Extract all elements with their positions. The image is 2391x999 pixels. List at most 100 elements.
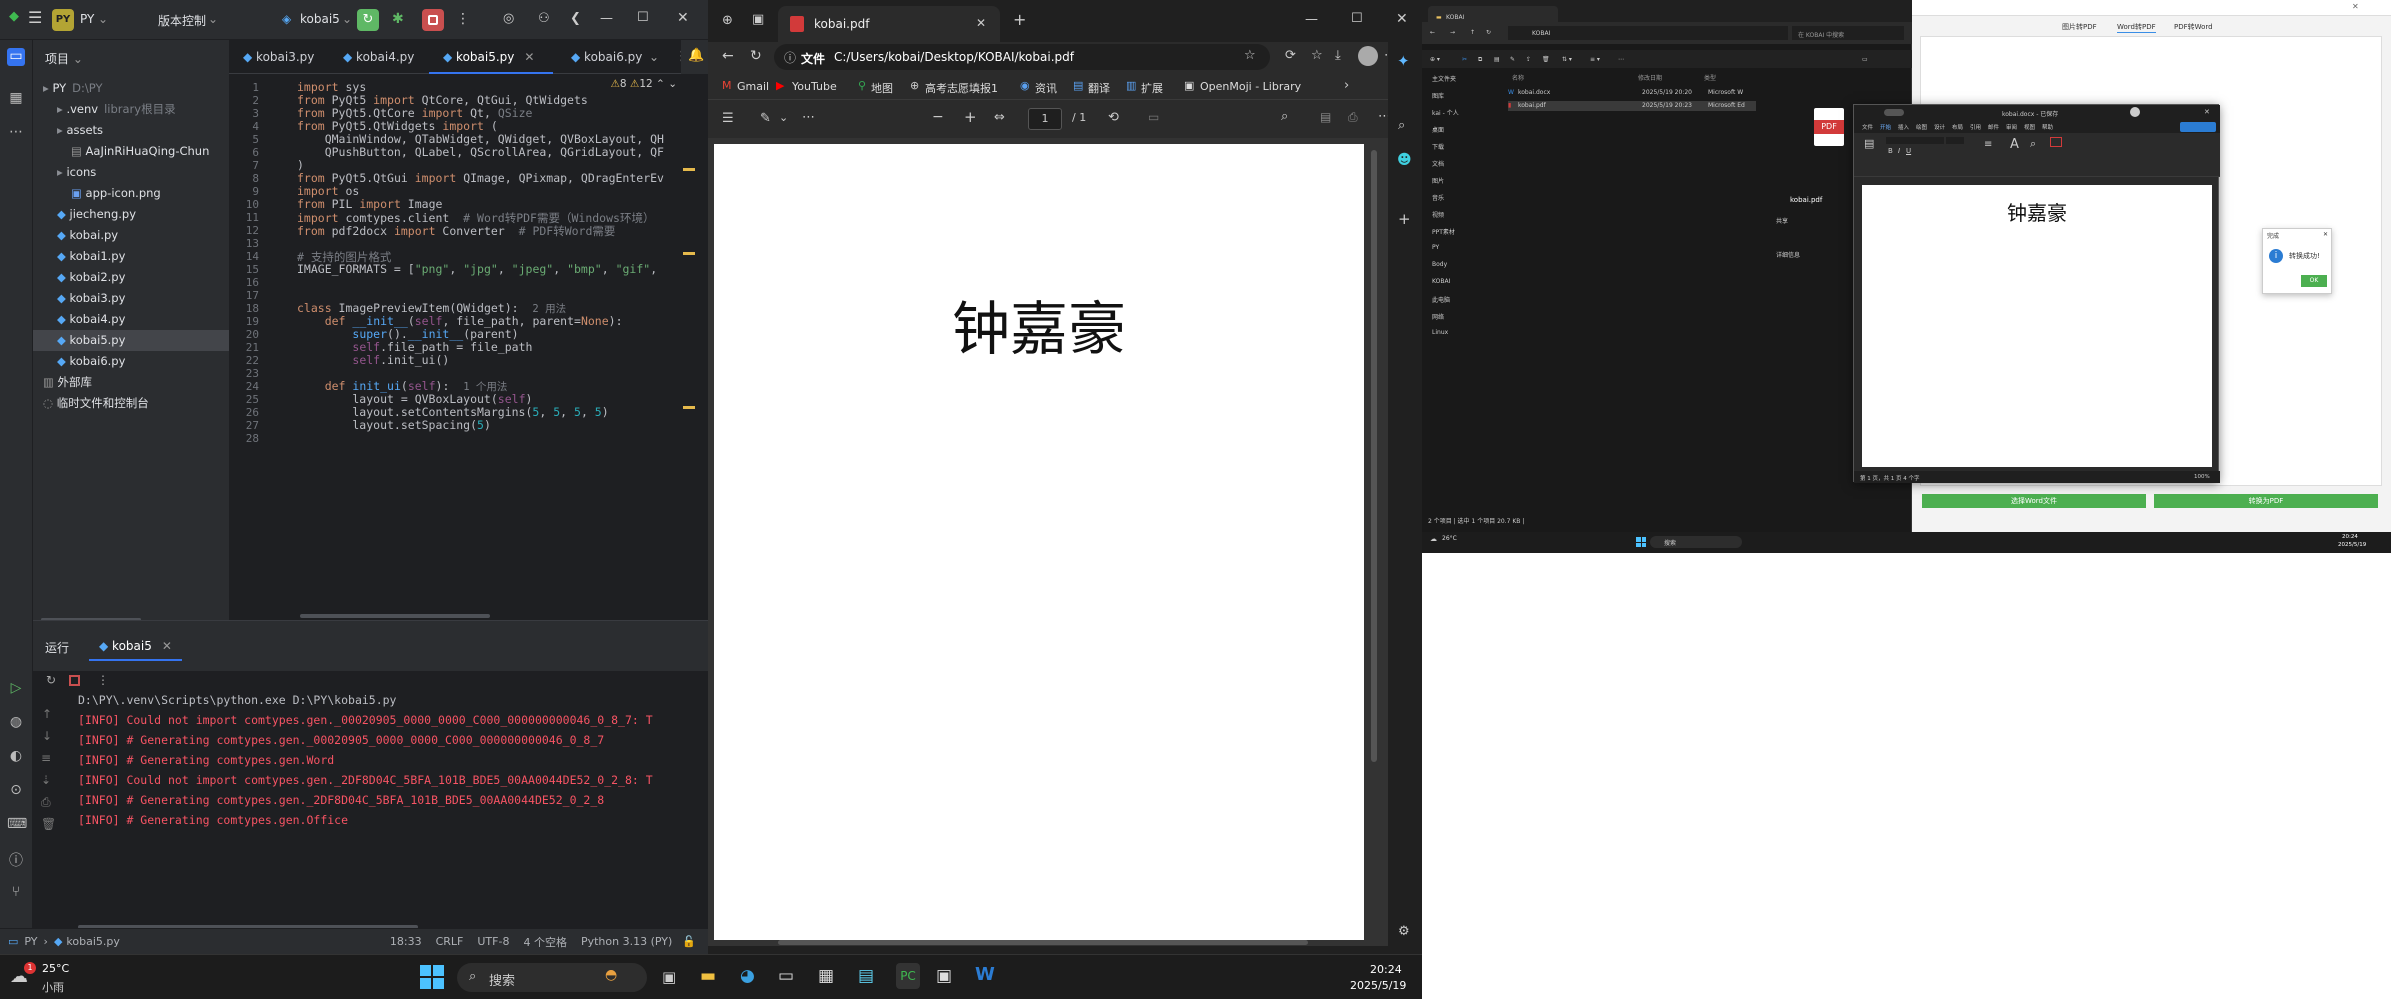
fit-page-icon[interactable]: ⇔ (994, 110, 1005, 125)
git-icon[interactable]: ⑂ (7, 884, 25, 902)
task-view-icon[interactable]: ▣ (662, 968, 676, 986)
terminal-taskbar-icon[interactable]: ▭ (778, 966, 794, 986)
explorer-nav-item[interactable]: kai - 个人 (1432, 108, 1459, 117)
tree-item[interactable]: ▥ 外部库 (33, 372, 229, 393)
tree-item[interactable]: ▤ AaJinRiHuaQing-Chun (33, 141, 229, 162)
word-ribbon-tab[interactable]: 开始 (1880, 123, 1891, 131)
word-ribbon-tab[interactable]: 布局 (1952, 123, 1963, 131)
pycharm-taskbar-icon[interactable]: PC (896, 963, 920, 989)
page-view-icon[interactable]: ▭ (1148, 110, 1159, 124)
code-line[interactable]: layout.setSpacing(5) (297, 418, 491, 432)
more-tabs-icon[interactable]: ⌄ (649, 50, 659, 64)
run-tab-close-icon[interactable]: ✕ (162, 639, 172, 653)
word-ribbon-tab[interactable]: 审阅 (2006, 123, 2017, 131)
notepad-taskbar-icon[interactable]: ▤ (858, 966, 874, 986)
pdf-search-icon[interactable]: ⌕ (1281, 109, 1288, 124)
warning-marker[interactable] (683, 252, 695, 255)
more-actions-icon[interactable]: ⋮ (456, 12, 470, 26)
explorer-nav-item[interactable]: Linux (1432, 329, 1448, 336)
delete-icon[interactable]: 🗑 (1542, 56, 1550, 63)
explorer-nav-item[interactable]: 下载 (1432, 142, 1444, 151)
code-line[interactable]: IMAGE_FORMATS = ["png", "jpg", "jpeg", "… (297, 262, 657, 276)
scroll-end-icon[interactable]: ⇣ (41, 773, 51, 787)
rotate-icon[interactable]: ⟲ (1108, 110, 1119, 125)
project-chevron-icon[interactable]: ⌄ (98, 12, 108, 26)
code-line[interactable]: from PyQt5.QtCore import Qt, QSize (297, 106, 532, 120)
explorer-nav-item[interactable]: 视频 (1432, 210, 1444, 219)
browser-tab-active[interactable]: kobai.pdf ✕ (778, 6, 1000, 42)
word-ribbon-tab[interactable]: 帮助 (2042, 123, 2053, 131)
word-zoom[interactable]: 100% (2194, 474, 2210, 480)
tree-item[interactable]: ▣ app-icon.png (33, 183, 229, 204)
clock-time[interactable]: 20:24 (1370, 963, 1402, 976)
reload-icon[interactable]: ↻ (750, 48, 762, 64)
explorer-nav-item[interactable]: PY (1432, 244, 1439, 251)
code-line[interactable]: self.init_ui() (297, 353, 449, 367)
tree-item[interactable]: ▸ icons (33, 162, 229, 183)
file-row[interactable]: W kobai.docx 2025/5/19 20:20 Microsoft W (1508, 88, 1756, 98)
draw-chevron-icon[interactable]: ⌄ (779, 111, 788, 124)
tree-item[interactable]: ◆ kobai1.py (33, 246, 229, 267)
tree-item[interactable]: ▸ PY D:\PY (33, 78, 229, 99)
bookmark-news[interactable]: 资讯 (1035, 80, 1057, 96)
new-item-icon[interactable]: ⊕ ▾ (1430, 56, 1440, 63)
word-ribbon-tab[interactable]: 绘图 (1916, 123, 1927, 131)
word-document-page[interactable]: 钟嘉豪 (1862, 185, 2212, 467)
back-icon[interactable]: ← (722, 48, 734, 64)
close-icon[interactable]: ✕ (677, 11, 689, 25)
code-line[interactable]: from pdf2docx import Converter # PDF转Wor… (297, 223, 615, 239)
explorer-nav-item[interactable]: 文档 (1432, 159, 1444, 168)
project-badge[interactable]: PY (52, 9, 74, 31)
explorer-refresh-icon[interactable]: ↻ (1486, 29, 1491, 36)
explorer-nav-item[interactable]: 桌面 (1432, 125, 1444, 134)
tree-item[interactable]: ◆ kobai2.py (33, 267, 229, 288)
run-tab[interactable]: ◆ kobai5 ✕ (89, 631, 182, 661)
word-share-button[interactable] (2180, 122, 2216, 132)
bold-icon[interactable]: B (1888, 147, 1893, 155)
sidebar-settings-icon[interactable]: ⚙ (1398, 924, 1410, 939)
autosave-toggle[interactable] (1884, 109, 1904, 116)
browser-maximize-icon[interactable]: ☐ (1351, 11, 1363, 26)
python-console-icon[interactable]: ◐ (7, 748, 25, 766)
terminal-icon[interactable]: ⌨ (7, 816, 27, 834)
bookmark-extensions[interactable]: 扩展 (1141, 80, 1163, 96)
converter-close-icon[interactable]: ✕ (2352, 2, 2359, 11)
info-icon[interactable]: ⓘ (784, 49, 796, 66)
tab-close-icon[interactable]: ✕ (524, 50, 534, 64)
bookmark-openmoji[interactable]: OpenMoji - Library (1200, 80, 1301, 93)
copy-icon[interactable]: ⧉ (1478, 56, 1482, 64)
code-line[interactable]: import sys (297, 80, 366, 94)
tree-item[interactable]: ◆ kobai.py (33, 225, 229, 246)
project-name[interactable]: PY (80, 12, 94, 26)
notifications-bell-icon[interactable]: 🔔 (688, 48, 704, 63)
warning-marker[interactable] (683, 406, 695, 409)
structure-tool-icon[interactable]: ▦ (7, 90, 25, 108)
code-line[interactable]: layout = QVBoxLayout(self) (297, 392, 532, 406)
code-line[interactable]: self.file_path = file_path (297, 340, 532, 354)
bookmarks-overflow-icon[interactable]: › (1344, 78, 1349, 93)
sidebar-add-icon[interactable]: + (1398, 210, 1411, 228)
col-name[interactable]: 名称 (1512, 73, 1524, 82)
vcs-chevron-icon[interactable]: ⌄ (208, 12, 218, 26)
tab-actions-icon[interactable]: ▣ (752, 12, 764, 27)
bookmark-gmail[interactable]: Gmail (737, 80, 769, 93)
cut-icon[interactable]: ✂ (1462, 56, 1467, 63)
soft-wrap-icon[interactable]: ≡ (41, 751, 51, 765)
explorer-nav-item[interactable]: 主文件夹 (1432, 74, 1456, 83)
draw-icon[interactable]: ✎ (760, 111, 771, 126)
detail-share[interactable]: 共享 (1776, 216, 1788, 225)
tree-item[interactable]: ◆ kobai3.py (33, 288, 229, 309)
inspection-chevron-up-icon[interactable]: ⌃ (656, 78, 665, 90)
crumb-project[interactable]: PY (24, 935, 37, 948)
run-output[interactable]: D:\PY\.venv\Scripts\python.exe D:\PY\kob… (78, 693, 708, 933)
converter-tab-image[interactable]: 图片转PDF (2062, 22, 2097, 32)
explorer-search-box[interactable]: 在 KOBAI 中搜索 (1792, 26, 1904, 40)
code-line[interactable]: from PyQt5.QtGui import QImage, QPixmap,… (297, 171, 664, 185)
rerun-small-icon[interactable]: ↻ (46, 673, 56, 687)
bookmark-translate[interactable]: 翻译 (1088, 80, 1110, 96)
bookmark-gaokao[interactable]: 高考志愿填报1 (925, 80, 998, 96)
explorer-up-icon[interactable]: ↑ (1470, 29, 1475, 36)
favorites-icon[interactable]: ☆ (1311, 48, 1323, 63)
code-line[interactable]: from PyQt5.QtWidgets import ( (297, 119, 498, 133)
underline-icon[interactable]: U (1906, 147, 1911, 155)
